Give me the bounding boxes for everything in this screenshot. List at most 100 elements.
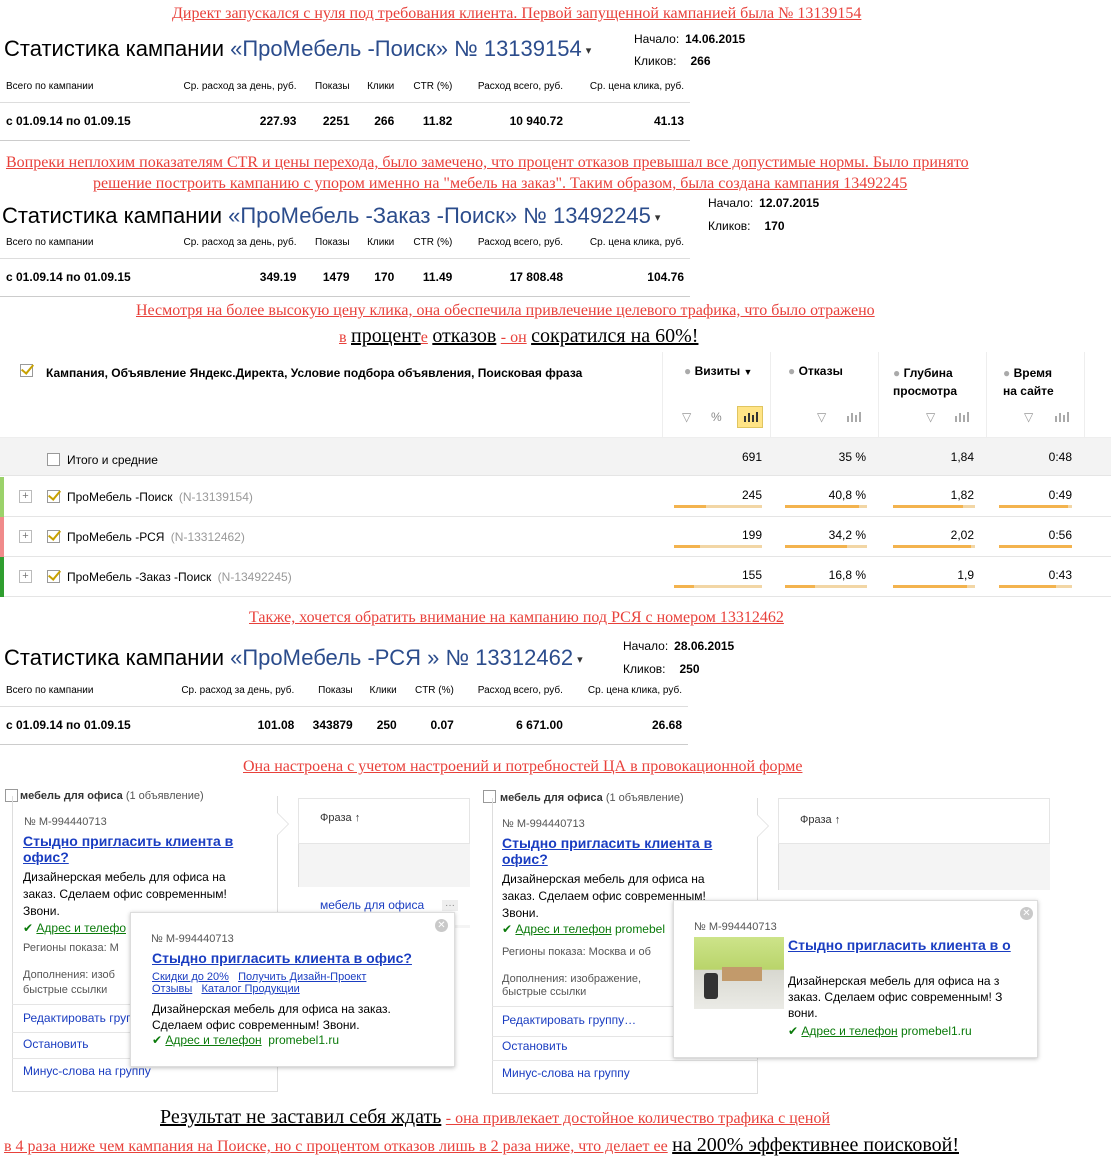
- expand-icon[interactable]: +: [19, 530, 32, 543]
- total-depth: 1,84: [950, 450, 974, 464]
- total-visits: 691: [741, 450, 762, 464]
- depth-value: 2,02: [950, 528, 974, 542]
- expand-icon[interactable]: +: [19, 570, 32, 583]
- expand-icon[interactable]: +: [19, 490, 32, 503]
- time-value: 0:56: [1048, 528, 1072, 542]
- chart-icon[interactable]: [1053, 408, 1069, 429]
- stats-table-1: Всего по кампании Ср. расход за день, руб…: [0, 72, 690, 141]
- metric-bar: [999, 505, 1072, 508]
- dropdown-icon[interactable]: ▾: [586, 45, 592, 57]
- bounce-value: 40,8 %: [828, 488, 866, 502]
- stop-link[interactable]: Остановить: [23, 1037, 89, 1051]
- row-checkbox[interactable]: [47, 453, 60, 467]
- row-label: ПроМебель -Поиск (N-13139154): [67, 490, 253, 504]
- metric-bar: [785, 505, 867, 508]
- chart-icon[interactable]: [737, 406, 763, 428]
- chart-icon[interactable]: [953, 408, 969, 429]
- close-icon[interactable]: ✕: [435, 919, 448, 932]
- note-3a: Несмотря на более высокую цену клика, он…: [136, 302, 875, 319]
- preview-title-link[interactable]: Стыдно пригласить клиента в о: [788, 937, 1011, 953]
- select-all-checkbox[interactable]: [20, 364, 33, 378]
- col-time[interactable]: ● Время на сайте: [1003, 364, 1054, 400]
- campaign-name[interactable]: «ПроМебель -Поиск»: [230, 36, 448, 61]
- note-4: Также, хочется обратить внимание на камп…: [249, 609, 784, 626]
- start-date: Начало: 12.07.2015: [708, 196, 820, 210]
- note-2a: Вопреки неплохим показателям CTR и цены …: [6, 154, 969, 171]
- phrase-header[interactable]: Фраза ↑: [800, 814, 840, 826]
- row-checkbox[interactable]: [47, 570, 60, 584]
- campaign-number: № 13139154: [454, 36, 582, 61]
- metric-bar: [999, 545, 1072, 548]
- percent-toggle[interactable]: %: [711, 410, 722, 424]
- time-value: 0:43: [1048, 568, 1072, 582]
- bounce-value: 16,8 %: [828, 568, 866, 582]
- note-5: Она настроена с учетом настроений и потр…: [243, 758, 803, 775]
- minus-words-link[interactable]: Минус-слова на группу: [502, 1066, 630, 1080]
- edit-group-link[interactable]: Редактировать группу…: [502, 1013, 636, 1027]
- campaign-title-2: Статистика кампании «ПроМебель -Заказ -П…: [2, 203, 661, 228]
- note-6b: в 4 раза ниже чем кампания на Поиске, но…: [4, 1134, 959, 1156]
- filter-icon[interactable]: ▽: [682, 410, 691, 424]
- metric-bar: [893, 585, 975, 588]
- metric-bar: [999, 585, 1072, 588]
- clicks-count: Кликов: 170: [708, 219, 785, 233]
- sitelinks: Скидки до 20% Получить Дизайн-Проект Отз…: [152, 971, 367, 995]
- link-icon: ✔: [23, 921, 34, 935]
- close-icon[interactable]: ✕: [1020, 907, 1033, 920]
- campaign-name[interactable]: «ПроМебель -РСЯ »: [230, 645, 439, 670]
- ad-preview-popup-right: ✕ № M-994440713 Стыдно пригласить клиент…: [673, 900, 1038, 1058]
- ad-image: [694, 937, 784, 1009]
- campaign-title-1: Статистика кампании «ПроМебель -Поиск» №…: [4, 36, 591, 62]
- filter-icon[interactable]: ▽: [817, 410, 826, 424]
- col-main: Кампания, Объявление Яндекс.Директа, Усл…: [46, 366, 583, 380]
- depth-value: 1,82: [950, 488, 974, 502]
- row-label: ПроМебель -Заказ -Поиск (N-13492245): [67, 570, 292, 584]
- start-date: Начало: 14.06.2015: [634, 32, 746, 46]
- filter-icon[interactable]: ▽: [1024, 410, 1033, 424]
- metric-bar: [785, 585, 867, 588]
- col-bounce[interactable]: ● Отказы: [788, 364, 843, 378]
- preview-title-link[interactable]: Стыдно пригласить клиента в офис?: [152, 950, 412, 966]
- row-color-marker: [0, 517, 4, 557]
- ad-title-link[interactable]: Стыдно пригласить клиента в офис?: [23, 833, 243, 865]
- note-1: Директ запускался с нуля под требования …: [172, 5, 862, 22]
- stats-table-2: Всего по кампании Ср. расход за день, руб…: [0, 228, 690, 297]
- metric-bar: [674, 545, 762, 548]
- time-value: 0:49: [1048, 488, 1072, 502]
- metric-bar: [893, 505, 975, 508]
- edit-group-link[interactable]: Редактировать груп: [23, 1011, 133, 1025]
- col-depth[interactable]: ● Глубина просмотра: [893, 364, 957, 400]
- row-color-marker: [0, 477, 4, 517]
- col-visits[interactable]: ● Визиты ▼: [684, 364, 752, 378]
- totals-label: Итого и средние: [67, 453, 158, 467]
- campaign-row[interactable]: + ПроМебель -Поиск (N-13139154) 245 40,8 % 1…: [0, 477, 1111, 517]
- row-checkbox[interactable]: [47, 490, 60, 504]
- filter-icon[interactable]: ▽: [926, 410, 935, 424]
- note-6a: Результат не заставил себя ждать - она п…: [160, 1106, 831, 1128]
- dropdown-icon[interactable]: ▾: [655, 212, 661, 224]
- note-3b: в проценте отказов - он сократился на 60…: [339, 325, 699, 347]
- more-icon[interactable]: ···: [442, 900, 458, 911]
- start-date: Начало: 28.06.2015: [623, 639, 735, 653]
- total-time: 0:48: [1048, 450, 1072, 464]
- visits-value: 155: [741, 568, 762, 582]
- phrase-item[interactable]: мебель для офиса: [320, 898, 424, 912]
- stop-link[interactable]: Остановить: [502, 1039, 568, 1053]
- link-icon: ✔: [502, 922, 513, 936]
- ad-preview-popup-left: ✕ № M-994440713 Стыдно пригласить клиент…: [130, 912, 455, 1067]
- phrase-header[interactable]: Фраза ↑: [320, 812, 360, 824]
- chart-icon[interactable]: [845, 408, 861, 429]
- row-color-marker: [0, 557, 4, 597]
- bounce-value: 34,2 %: [828, 528, 866, 542]
- clicks-count: Кликов: 250: [623, 662, 700, 676]
- metric-bar: [785, 545, 867, 548]
- campaign-title-3: Статистика кампании «ПроМебель -РСЯ » № …: [4, 645, 583, 670]
- metric-bar: [674, 505, 762, 508]
- ad-title-link[interactable]: Стыдно пригласить клиента в офис?: [502, 835, 722, 867]
- row-checkbox[interactable]: [47, 530, 60, 544]
- campaign-name[interactable]: «ПроМебель -Заказ -Поиск»: [228, 203, 517, 228]
- total-bounce: 35 %: [838, 450, 866, 464]
- campaign-row[interactable]: + ПроМебель -РСЯ (N-13312462) 199 34,2 % 2,0…: [0, 517, 1111, 557]
- dropdown-icon[interactable]: ▾: [577, 654, 583, 666]
- campaign-row[interactable]: + ПроМебель -Заказ -Поиск (N-13492245) 155…: [0, 557, 1111, 597]
